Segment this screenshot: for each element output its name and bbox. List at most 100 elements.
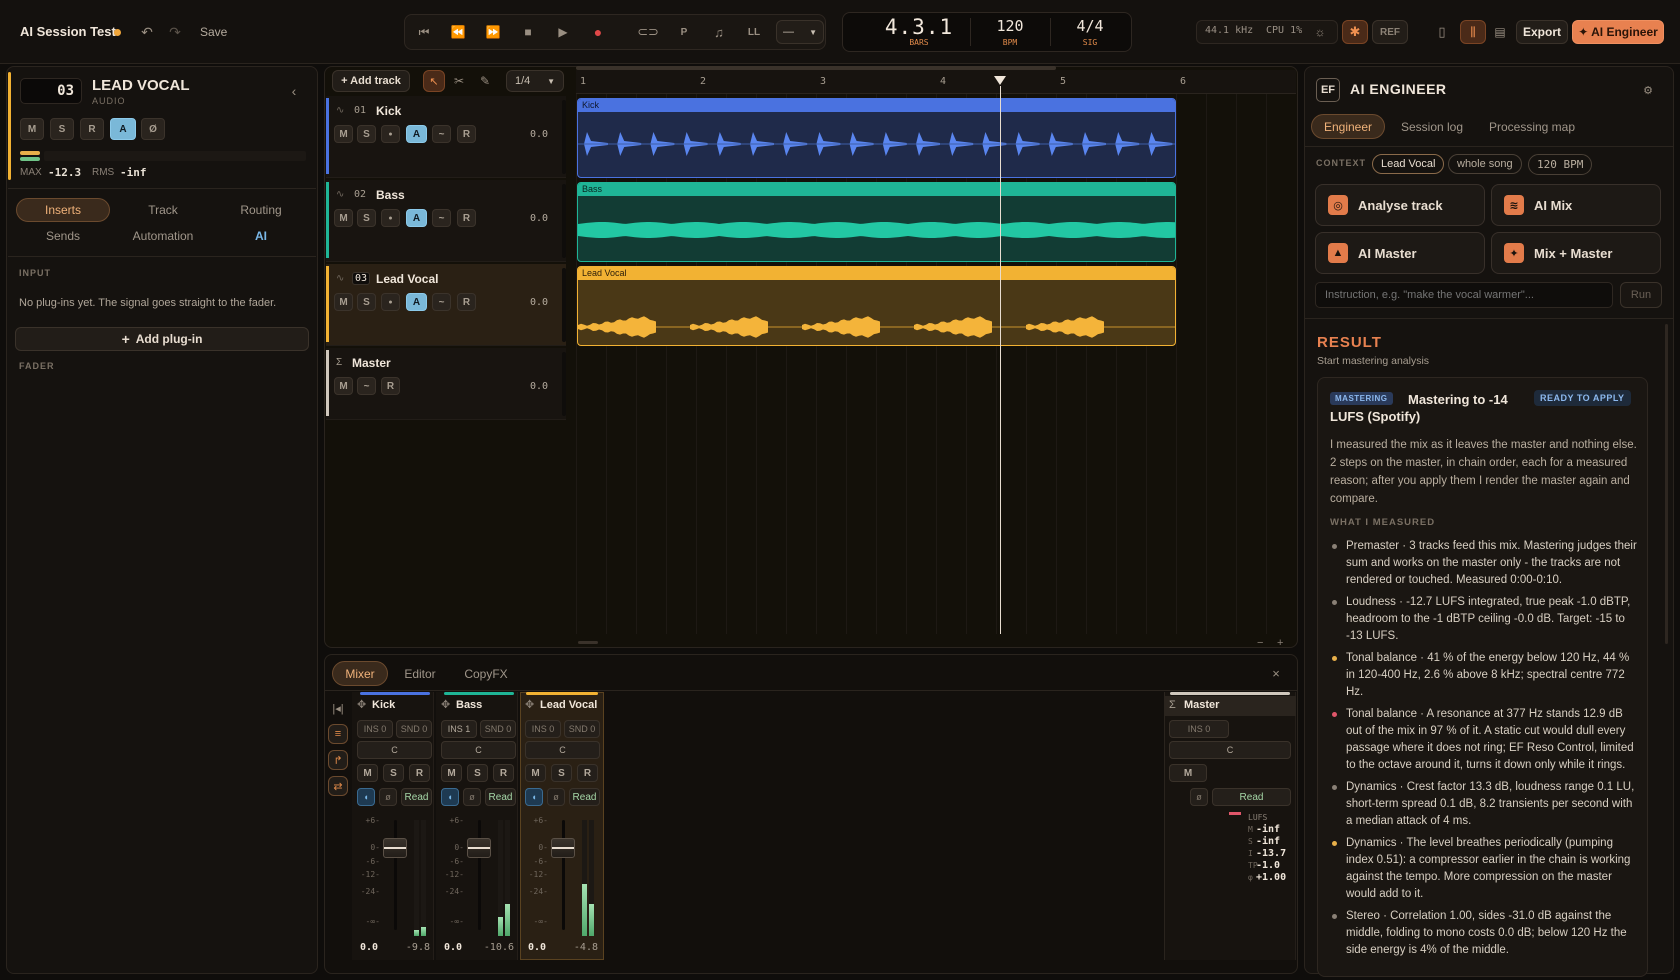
route-icon[interactable]: ⇄ [328, 776, 348, 796]
strip-name[interactable]: Kick [372, 699, 395, 711]
mixer-toggle-icon[interactable]: ⫼ [1460, 20, 1486, 44]
undo-icon[interactable]: ↶ [138, 22, 156, 42]
automation-button[interactable]: A [406, 293, 427, 311]
loop-region[interactable] [576, 66, 1056, 70]
clip-kick[interactable]: Kick [577, 98, 1176, 178]
record-arm-button[interactable]: ● [381, 125, 400, 143]
tab-sends[interactable]: Sends [16, 224, 110, 248]
pointer-tool-icon[interactable]: ↖ [423, 70, 445, 92]
curve-button[interactable]: ~ [432, 293, 451, 311]
tab-processing-map[interactable]: Processing map [1482, 114, 1582, 139]
mute-button[interactable]: M [20, 118, 44, 140]
layout-icon[interactable]: ▯ [1432, 22, 1452, 42]
solo-button[interactable]: S [357, 209, 376, 227]
pan-knob[interactable]: C [1169, 741, 1291, 759]
punch-button[interactable]: P [674, 22, 694, 42]
phase-button[interactable]: Ø [141, 118, 165, 140]
list-icon[interactable]: ≡ [328, 724, 348, 744]
mute-button[interactable]: M [1169, 764, 1207, 782]
read-button[interactable]: R [457, 209, 476, 227]
solo-button[interactable]: S [357, 125, 376, 143]
sends-button[interactable]: SND 0 [396, 720, 432, 738]
curve-button[interactable]: ~ [432, 125, 451, 143]
automation-mode[interactable]: Read [485, 788, 516, 806]
record-icon[interactable]: ● [588, 22, 608, 42]
record-arm-button[interactable]: R [409, 764, 430, 782]
stop-icon[interactable]: ■ [518, 22, 538, 42]
pencil-icon[interactable]: ✎ [475, 71, 495, 91]
tab-automation[interactable]: Automation [116, 224, 210, 248]
inserts-button[interactable]: INS 0 [525, 720, 561, 738]
mute-button[interactable]: M [525, 764, 546, 782]
pan-knob[interactable]: C [441, 741, 516, 759]
drag-handle-icon[interactable]: ✥ [441, 698, 450, 711]
snap-select[interactable]: — ▼ [776, 20, 824, 44]
track-name[interactable]: Bass [376, 188, 405, 202]
scissors-icon[interactable]: ✂ [449, 71, 469, 91]
context-chip[interactable]: whole song [1448, 154, 1522, 174]
context-chip[interactable]: 120 BPM [1528, 154, 1593, 175]
tab-inserts[interactable]: Inserts [16, 198, 110, 222]
track-gain[interactable]: 0.0 [530, 129, 548, 140]
settings-icon[interactable]: ⚙ [1640, 82, 1656, 98]
rewind-icon[interactable]: ⏪ [448, 22, 468, 42]
ai-mix-button[interactable]: ≋ AI Mix [1491, 184, 1661, 226]
solo-button[interactable]: S [467, 764, 488, 782]
record-arm-button[interactable]: ● [381, 293, 400, 311]
monitor-icon[interactable]: ◖ [525, 788, 543, 806]
read-button[interactable]: R [381, 377, 400, 395]
ai-spark-icon[interactable]: ✱ [1342, 20, 1368, 44]
settings-icon[interactable]: ☼ [1312, 23, 1328, 41]
automation-mode[interactable]: Read [569, 788, 600, 806]
redo-icon[interactable]: ↷ [166, 22, 184, 42]
ready-to-apply-badge[interactable]: READY TO APPLY [1534, 390, 1631, 406]
metronome-icon[interactable]: ♫ [709, 22, 729, 42]
sends-button[interactable]: SND 0 [480, 720, 516, 738]
fit-width-icon[interactable]: |◂| [328, 698, 348, 718]
solo-button[interactable]: S [383, 764, 404, 782]
tab-ai[interactable]: AI [214, 224, 308, 248]
phase-button[interactable]: ø [463, 788, 481, 806]
mix-master-button[interactable]: ✦ Mix + Master [1491, 232, 1661, 274]
phase-button[interactable]: ø [547, 788, 565, 806]
bpm-value[interactable]: 120 [972, 17, 1048, 35]
record-arm-button[interactable]: ● [381, 209, 400, 227]
add-track-button[interactable]: + Add track [332, 70, 410, 92]
mute-button[interactable]: M [334, 209, 353, 227]
tab-session-log[interactable]: Session log [1394, 114, 1470, 139]
track-gain[interactable]: 0.0 [530, 213, 548, 224]
mute-button[interactable]: M [334, 377, 353, 395]
latency-button[interactable]: LL [744, 22, 764, 42]
monitor-icon[interactable]: ◖ [441, 788, 459, 806]
horizontal-scrollbar[interactable] [578, 641, 598, 644]
tab-routing[interactable]: Routing [214, 198, 308, 222]
vertical-scrollbar[interactable] [1665, 324, 1668, 644]
drag-handle-icon[interactable]: ✥ [357, 698, 366, 711]
sends-button[interactable]: SND 0 [564, 720, 600, 738]
fader-value[interactable]: 0.0 [444, 942, 474, 953]
curve-button[interactable]: ~ [357, 377, 376, 395]
strip-name[interactable]: Master [1184, 699, 1219, 711]
tab-mixer[interactable]: Mixer [332, 661, 388, 686]
phase-button[interactable]: ø [379, 788, 397, 806]
timeline-ruler[interactable] [576, 70, 1296, 94]
pan-knob[interactable]: C [357, 741, 432, 759]
track-name[interactable]: Master [352, 356, 391, 370]
track-name[interactable]: LEAD VOCAL [92, 77, 190, 94]
automation-mode[interactable]: Read [401, 788, 432, 806]
send-arrow-icon[interactable]: ↱ [328, 750, 348, 770]
tab-editor[interactable]: Editor [396, 661, 444, 686]
solo-button[interactable]: S [551, 764, 572, 782]
tab-engineer[interactable]: Engineer [1311, 114, 1385, 139]
phase-button[interactable]: ø [1190, 788, 1208, 806]
save-button[interactable]: Save [200, 25, 227, 39]
close-mixer-icon[interactable]: × [1268, 664, 1284, 682]
fader-value[interactable]: 0.0 [360, 942, 390, 953]
loop-icon[interactable]: ⊂⊃ [637, 22, 659, 42]
drag-handle-icon[interactable]: ✥ [525, 698, 534, 711]
mute-button[interactable]: M [334, 293, 353, 311]
track-name[interactable]: Lead Vocal [376, 272, 438, 286]
zoom-out-button[interactable]: − [1257, 637, 1263, 649]
mute-button[interactable]: M [441, 764, 462, 782]
ai-master-button[interactable]: ▲ AI Master [1315, 232, 1485, 274]
